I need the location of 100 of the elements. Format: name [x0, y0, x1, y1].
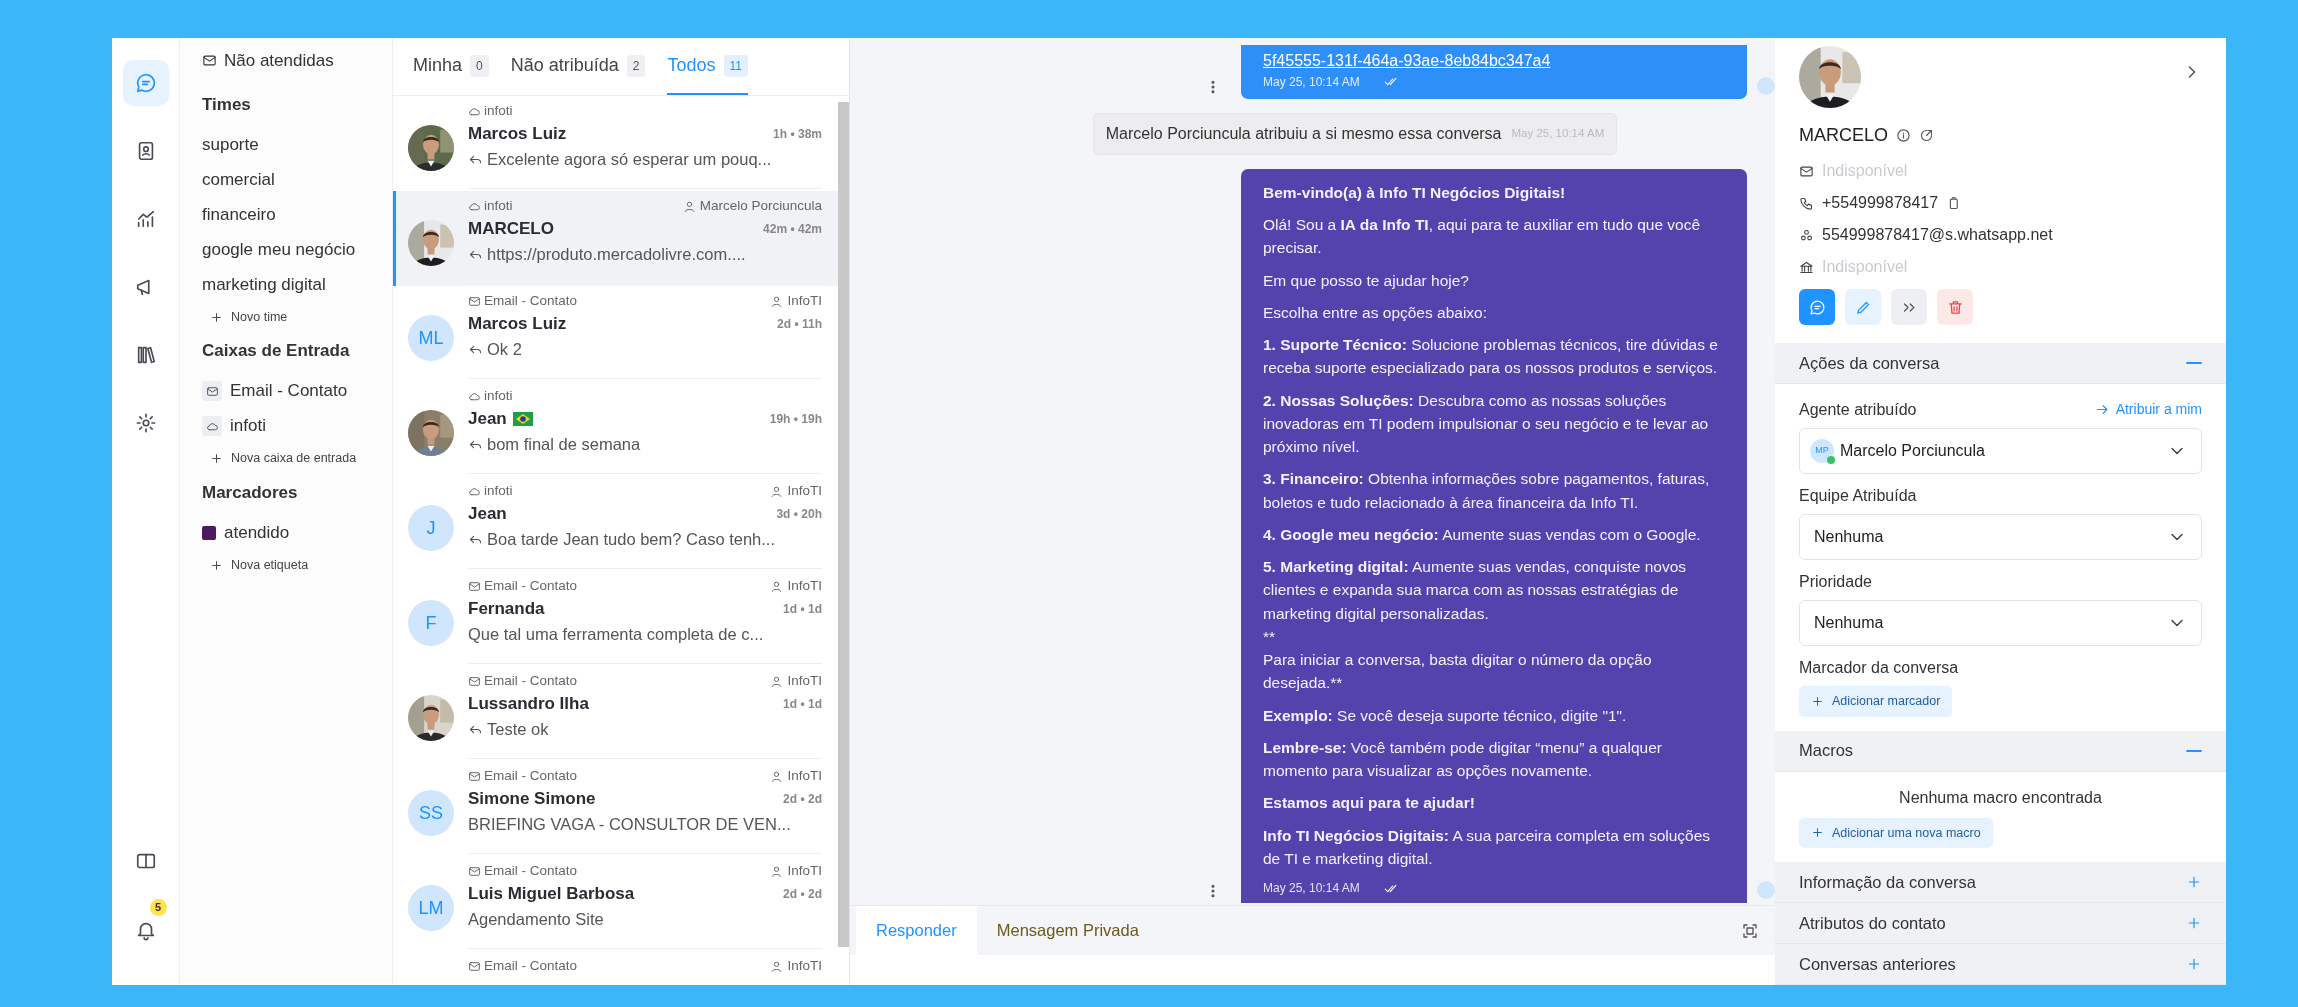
contact-field-value: +554999878417 [1822, 193, 1939, 213]
assignee-name: InfoTI [787, 767, 822, 785]
sidebar-item[interactable]: suporte [202, 127, 259, 162]
contact-name: Fernanda [468, 598, 545, 621]
plus-icon [210, 310, 223, 324]
activity-text: Marcelo Porciuncula atribuiu a si mesmo essa conversa [1105, 123, 1502, 144]
delete-button[interactable] [1937, 289, 1973, 325]
message-preview: bom final de semana [487, 433, 641, 455]
conversation-time: 1d • 1d [783, 601, 822, 618]
mail-icon [468, 579, 481, 593]
expand-icon[interactable] [1741, 922, 1759, 940]
sender-avatar [1757, 881, 1775, 899]
assignee-name: InfoTI [787, 482, 822, 500]
contact-avatar: J [408, 505, 454, 551]
section-header[interactable]: Informação da conversa [1775, 862, 2226, 904]
section-heading: Times [202, 93, 252, 116]
field-label: Equipe Atribuída [1799, 485, 1918, 506]
priority-select[interactable]: Nenhuma [1799, 599, 2202, 646]
conversation-time: 42m • 42m [763, 221, 822, 238]
conversations-icon [134, 72, 157, 94]
sidebar-item[interactable]: Email - Contato [202, 373, 348, 409]
mail-icon [468, 864, 481, 878]
message-preview: Ok 2 [487, 338, 522, 360]
filter-tab[interactable]: Minha 0 [413, 52, 489, 95]
message-paragraph: 2. Nossas Soluções: Descubra como as nossas soluções inovadoras em TI podem impulsionar o seu negócio e te levar ao próximo nível. [1263, 390, 1710, 457]
message-paragraph: Info TI Negócios Digitais: A sua parceira completa em soluções de TI e marketing digital. [1263, 825, 1712, 869]
assignee-name: Marcelo Porciuncula [699, 197, 822, 215]
merge-button[interactable] [1891, 289, 1927, 325]
message-paragraph: Lembre-se: Você também pode digitar “menu” a qualquer momento para visualizar as opções novamente. [1263, 737, 1663, 781]
contact-name: Jean [468, 503, 507, 526]
mail-icon [468, 294, 481, 308]
conversation-time: 19h • 19h [769, 411, 822, 428]
inbox-name: infoti [484, 197, 513, 215]
external-link-icon[interactable] [1919, 128, 1934, 143]
section-header[interactable]: Macros [1775, 730, 2226, 772]
sidebar-item[interactable]: infoti [202, 408, 266, 444]
add-link[interactable]: Novo time [202, 302, 288, 332]
new-message-button[interactable] [1799, 289, 1835, 325]
company-icon [1799, 259, 1814, 275]
section-header[interactable]: Conversas anteriores [1775, 944, 2226, 985]
section-title: Ações da conversa [1799, 352, 1940, 374]
filter-tab[interactable]: Não atribuída 2 [510, 52, 646, 95]
inbox-name: infoti [484, 482, 513, 500]
message-preview: Excelente agora só esperar um pouq... [487, 148, 772, 170]
section-header[interactable]: Ações da conversa [1775, 343, 2226, 384]
message-preview: Que tal uma ferramenta completa de c... [468, 623, 764, 645]
sidebar-item[interactable]: atendido [202, 515, 290, 550]
empty-message: Nenhuma macro encontrada [1898, 787, 2103, 808]
scrollbar[interactable] [838, 102, 849, 947]
section-header[interactable]: Atributos do contato [1775, 903, 2226, 945]
contact-name: MARCELO [1799, 124, 1888, 147]
assignee-name: InfoTI [787, 862, 822, 880]
sidebar-item[interactable]: marketing digital [202, 267, 326, 302]
contact-name: Simone Simone [468, 788, 596, 811]
section-title: Atributos do contato [1799, 912, 1946, 934]
sidebar-item[interactable]: financeiro [202, 197, 276, 232]
inbox-name: Email - Contato [484, 957, 578, 975]
conversation-time: 2d • 2d [783, 886, 822, 903]
message-time: May 25, 10:14 AM [1263, 73, 1360, 91]
tab-count: 11 [723, 54, 748, 77]
sidebar-item[interactable]: google meu negócio [202, 232, 356, 267]
sidebar-item[interactable]: Não atendidas [202, 48, 334, 74]
identifier-icon [1799, 227, 1814, 243]
conversation-time: 1d • 1d [783, 696, 822, 713]
person-icon [770, 484, 784, 498]
add-tag-button[interactable]: Adicionar marcador [1799, 685, 1953, 717]
conversation-item[interactable]: infoti Marcelo Porciuncula MARCELO 42m • 42m https://produto.mercadolivre.com.... [393, 191, 838, 286]
team-select[interactable]: Nenhuma [1799, 513, 2202, 560]
section-heading: Caixas de Entrada [202, 340, 351, 362]
inbox-name: Email - Contato [484, 577, 578, 595]
contact-name: Marcos Luiz [468, 313, 567, 336]
add-link[interactable]: Nova etiqueta [202, 550, 309, 580]
trash-icon [1946, 298, 1964, 316]
message-input[interactable] [850, 955, 1775, 985]
assignee-name: InfoTI [787, 292, 822, 310]
plus-icon [210, 452, 223, 465]
collapse-icon [2186, 749, 2202, 752]
agent-select[interactable]: MP Marcelo Porciuncula [1799, 427, 2202, 474]
contact-avatar: SS [408, 790, 454, 836]
message-preview: BRIEFING VAGA - CONSULTOR DE VEN... [468, 813, 791, 835]
collapse-icon [2186, 361, 2202, 364]
conversation-time: 3d • 20h [776, 506, 822, 523]
plus-icon [1811, 694, 1824, 708]
inbox-name: Email - Contato [484, 292, 578, 310]
mail-icon [468, 769, 481, 783]
contact-avatar: F [408, 600, 454, 646]
person-icon [770, 769, 784, 783]
conversation-time: 2d • 11h [777, 316, 822, 333]
message-paragraph: Olá! Sou a IA da Info TI, aqui para te auxiliar em tudo que você precisar. [1263, 215, 1702, 259]
sidebar-item[interactable]: comercial [202, 162, 275, 197]
plus-icon [210, 558, 223, 572]
person-icon [682, 199, 696, 213]
person-icon [770, 579, 784, 593]
message-paragraph: 3. Financeiro: Obtenha informações sobre pagamentos, faturas, boletos e tudo relacionado à área financeira da Info TI. [1263, 469, 1711, 513]
message-preview: Boa tarde Jean tudo bem? Caso tenh... [487, 528, 776, 550]
add-link[interactable]: Nova caixa de entrada [202, 443, 357, 474]
section-title: Conversas anteriores [1799, 953, 1956, 975]
add-macro-button[interactable]: Adicionar uma nova macro [1799, 817, 1993, 849]
message-paragraph: Para iniciar a conversa, basta digitar o número da opção desejada.** [1263, 650, 1653, 694]
composer-tab[interactable]: Mensagem Privada [976, 906, 1159, 955]
